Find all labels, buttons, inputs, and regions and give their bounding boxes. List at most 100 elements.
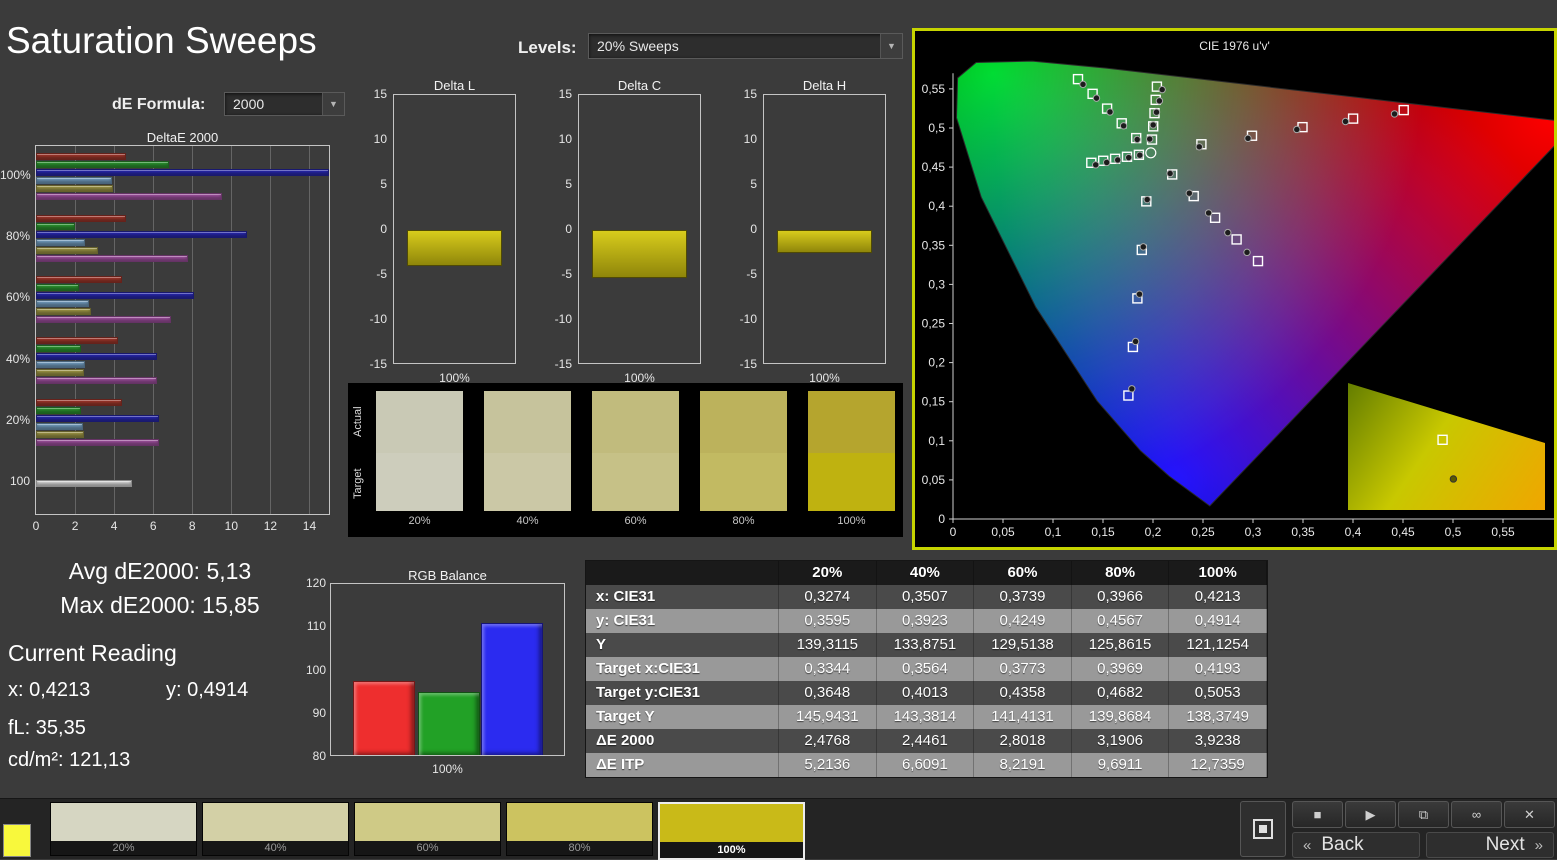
- table-cell-value: 0,3648: [779, 681, 877, 705]
- table-row: ΔE 2000 2,4768 2,4461 2,8018 3,1906 3,9238: [586, 729, 1267, 753]
- patch-label: 40%: [264, 842, 287, 854]
- cie-measured-dot: [1243, 248, 1251, 257]
- table-cell-value: 139,3115: [779, 633, 877, 657]
- bar-cyan: [36, 238, 85, 246]
- table-cell-value: 139,8684: [1072, 705, 1170, 729]
- svg-text:0,45: 0,45: [1391, 525, 1415, 539]
- bar-green: [36, 345, 81, 353]
- chart-title: Delta C: [617, 78, 662, 93]
- bar-blue: [481, 622, 543, 755]
- play-button[interactable]: ▶: [1345, 801, 1396, 828]
- gridline: [153, 146, 155, 514]
- table-row: x: CIE31 0,3274 0,3507 0,3739 0,3966 0,4213: [586, 585, 1267, 609]
- axis-tick-label: 20%: [5, 413, 30, 427]
- cie-measured-dot: [1224, 228, 1232, 237]
- svg-text:0,15: 0,15: [1091, 525, 1115, 539]
- cie-measured-dot: [1106, 108, 1114, 116]
- loop-button[interactable]: ∞: [1451, 801, 1502, 828]
- table-cell-value: 121,1254: [1169, 633, 1267, 657]
- pattern-patch-20%[interactable]: 20%: [50, 802, 197, 856]
- cie-measured-dot: [1119, 122, 1128, 130]
- axis-tick-label: 100: [9, 474, 30, 489]
- table-row: Target y:CIE31 0,3648 0,4013 0,4358 0,4682 0,…: [586, 681, 1267, 705]
- bar-red: [36, 153, 126, 161]
- cie-measured-dot: [1135, 290, 1144, 298]
- patch-color: [203, 803, 348, 841]
- bar-magenta: [36, 254, 189, 262]
- bar-yellow: [36, 246, 99, 254]
- axis-tick-label: 0: [750, 222, 757, 236]
- table-row-label: x: CIE31: [586, 585, 779, 609]
- cie-measured-dot: [1293, 125, 1301, 134]
- table-cell-value: 0,5053: [1169, 681, 1267, 705]
- axis-tick-label: 10: [558, 132, 572, 146]
- table-cell-value: 0,3773: [974, 657, 1072, 681]
- close-button[interactable]: ✕: [1504, 801, 1555, 828]
- cie-measured-dot: [1155, 97, 1164, 105]
- svg-text:0: 0: [938, 512, 945, 526]
- axis-tick-label: 12: [263, 519, 278, 533]
- reading-y: y: 0,4914: [166, 679, 249, 701]
- pattern-patch-40%[interactable]: 40%: [202, 802, 349, 856]
- bar-cyan: [36, 422, 83, 430]
- axis-tick-label: 15: [558, 87, 572, 101]
- axis-tick-label: 80: [312, 749, 326, 763]
- delta-c-plot-area: [578, 94, 701, 364]
- chevrons-left-icon: «: [1303, 836, 1312, 854]
- bar-blue: [36, 414, 160, 422]
- table-cell-value: 2,8018: [974, 729, 1072, 753]
- chart-title: RGB Balance: [408, 568, 487, 583]
- delta-l-chart: Delta L 100% 15 10 5 0 -5 -10 -15: [363, 78, 523, 388]
- delta-h-chart: Delta H 100% 15 10 5 0 -5 -10 -15: [733, 78, 893, 388]
- table-row: Target Y 145,9431 143,3814 141,4131 139,8684…: [586, 705, 1267, 729]
- next-button[interactable]: Next »: [1426, 832, 1554, 858]
- cie-measured-dot: [1204, 209, 1213, 217]
- axis-tick-label: -5: [376, 267, 387, 281]
- bar-green: [36, 222, 76, 230]
- de-formula-label: dE Formula:: [112, 96, 206, 113]
- axis-tick-label: 2: [71, 519, 79, 533]
- axis-tick-label: 100: [305, 662, 326, 677]
- axis-tick-label: -15: [554, 357, 572, 371]
- table-cell-value: 145,9431: [779, 705, 877, 729]
- bar-yellow: [36, 307, 91, 315]
- target-row-label: Target: [352, 468, 364, 500]
- current-patch-color-swatch: [3, 824, 31, 857]
- axis-tick-label: -15: [739, 357, 757, 371]
- de-formula-dropdown[interactable]: 2000 ▼: [224, 92, 345, 116]
- pattern-patch-60%[interactable]: 60%: [354, 802, 501, 856]
- table-header-cell: 80%: [1072, 561, 1170, 585]
- levels-dropdown[interactable]: 20% Sweeps ▼: [588, 33, 903, 59]
- pattern-window-icon: [1253, 819, 1273, 839]
- axis-tick-label: 0: [565, 222, 572, 236]
- cie-measured-dot: [1114, 156, 1122, 164]
- gridline: [270, 146, 272, 514]
- back-button[interactable]: « Back: [1292, 832, 1420, 858]
- svg-text:0,55: 0,55: [922, 82, 946, 96]
- table-cell-value: 133,8751: [877, 633, 975, 657]
- pattern-patch-100%[interactable]: 100%: [658, 802, 805, 860]
- pattern-window-button[interactable]: [1240, 801, 1286, 857]
- gridline: [309, 146, 311, 514]
- gridline: [75, 146, 77, 514]
- cie-measured-dot: [1166, 169, 1174, 178]
- table-row: ΔE ITP 5,2136 6,6091 8,2191 9,6911 12,7359: [586, 753, 1267, 777]
- cie-measured-dot: [1092, 161, 1100, 169]
- actual-swatch: [808, 391, 895, 453]
- svg-text:0,3: 0,3: [928, 277, 945, 291]
- pattern-size-button[interactable]: ⧉: [1398, 801, 1449, 828]
- pattern-patch-80%[interactable]: 80%: [506, 802, 653, 856]
- deltae2000-plot-area: [35, 145, 330, 515]
- table-cell-value: 143,3814: [877, 705, 975, 729]
- swatch-column: 80%: [700, 391, 787, 531]
- axis-tick-label: -10: [739, 312, 757, 326]
- table-cell-value: 12,7359: [1169, 753, 1267, 777]
- bar-yellow: [36, 185, 113, 193]
- table-row-label: Target Y: [586, 705, 779, 729]
- stop-button[interactable]: ■: [1292, 801, 1343, 828]
- axis-tick-label: -5: [746, 267, 757, 281]
- patch-color: [355, 803, 500, 841]
- svg-text:0: 0: [950, 525, 957, 539]
- axis-tick-label: 60%: [5, 290, 30, 305]
- patch-color: [507, 803, 652, 841]
